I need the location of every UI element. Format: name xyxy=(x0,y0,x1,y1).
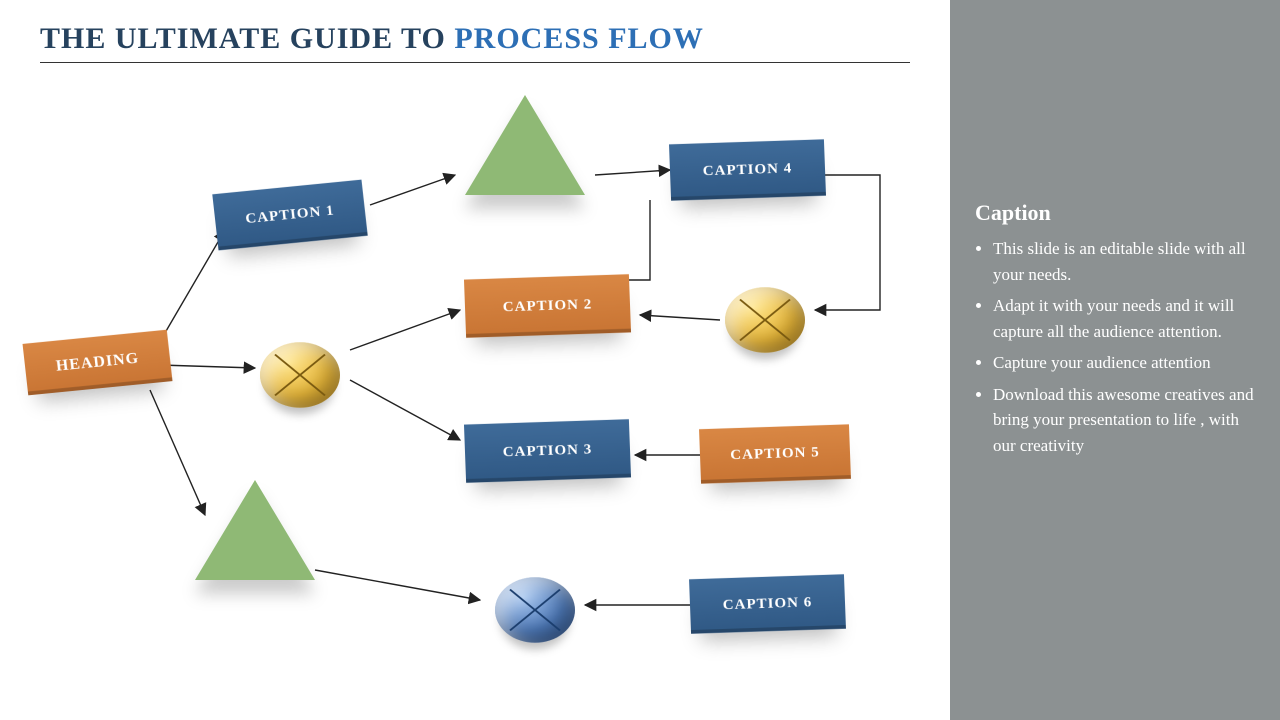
circle-shape-gold-left xyxy=(260,342,340,408)
sidebar-bullet: Capture your audience attention xyxy=(993,350,1255,376)
caption-6-label: CAPTION 6 xyxy=(723,595,813,614)
triangle-shape-top xyxy=(465,95,585,195)
caption-1-box: CAPTION 1 xyxy=(212,180,367,251)
slide: THE ULTIMATE GUIDE TO PROCESS FLOW xyxy=(0,0,1280,720)
sidebar-bullet: Download this awesome creatives and brin… xyxy=(993,382,1255,459)
sidebar-list: This slide is an editable slide with all… xyxy=(975,236,1255,458)
caption-6-box: CAPTION 6 xyxy=(689,574,846,634)
sidebar-heading: Caption xyxy=(975,200,1255,226)
heading-box: HEADING xyxy=(23,330,173,396)
caption-5-box: CAPTION 5 xyxy=(699,424,851,483)
caption-5-label: CAPTION 5 xyxy=(730,445,820,464)
caption-4-box: CAPTION 4 xyxy=(669,139,826,200)
caption-4-label: CAPTION 4 xyxy=(703,161,793,180)
diagram-canvas: HEADING CAPTION 1 CAPTION 4 CAPTION 2 CA… xyxy=(0,0,950,720)
sidebar-bullet: This slide is an editable slide with all… xyxy=(993,236,1255,287)
caption-1-label: CAPTION 1 xyxy=(245,203,336,228)
circle-shape-gold-right xyxy=(725,287,805,353)
triangle-shape-bottom xyxy=(195,480,315,580)
circle-shape-blue xyxy=(495,577,575,643)
caption-2-label: CAPTION 2 xyxy=(503,297,593,316)
heading-label: HEADING xyxy=(55,350,140,375)
caption-3-box: CAPTION 3 xyxy=(464,419,631,483)
caption-3-label: CAPTION 3 xyxy=(503,442,593,461)
caption-2-box: CAPTION 2 xyxy=(464,274,631,338)
sidebar-panel: Caption This slide is an editable slide … xyxy=(950,0,1280,720)
sidebar-bullet: Adapt it with your needs and it will cap… xyxy=(993,293,1255,344)
